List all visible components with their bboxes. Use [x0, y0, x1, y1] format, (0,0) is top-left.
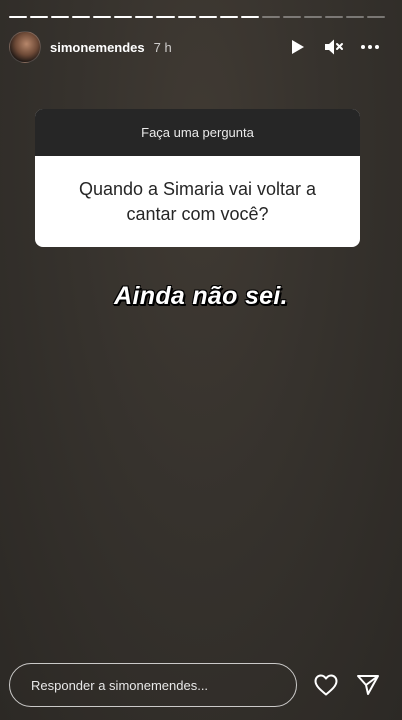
reply-input[interactable] — [9, 663, 297, 707]
progress-segment — [367, 16, 386, 18]
progress-segment — [240, 16, 259, 18]
story-header: simonemendes 7 h — [9, 30, 393, 64]
question-text: Quando a Simaria vai voltar a cantar com… — [78, 178, 317, 224]
question-sticker-title: Faça uma pergunta — [35, 109, 360, 156]
progress-segment — [346, 16, 365, 18]
story-progress-bar — [9, 16, 386, 18]
answer-text: Ainda não sei. — [114, 282, 288, 310]
more-options-icon[interactable] — [359, 36, 381, 58]
progress-segment — [9, 16, 28, 18]
send-icon[interactable] — [353, 670, 383, 700]
story-controls — [287, 36, 393, 58]
progress-segment — [282, 16, 301, 18]
progress-segment — [114, 16, 133, 18]
play-icon[interactable] — [287, 36, 309, 58]
progress-segment — [177, 16, 196, 18]
progress-segment — [93, 16, 112, 18]
progress-segment — [303, 16, 322, 18]
progress-segment — [135, 16, 154, 18]
progress-segment — [219, 16, 238, 18]
progress-segment — [198, 16, 217, 18]
post-time: 7 h — [153, 39, 172, 55]
question-sticker: Faça uma pergunta Quando a Simaria vai v… — [35, 109, 360, 247]
progress-segment — [156, 16, 175, 18]
story-viewer[interactable]: simonemendes 7 h Faça uma pergunta Quand… — [0, 0, 402, 720]
progress-segment — [324, 16, 343, 18]
progress-segment — [51, 16, 70, 18]
username-link[interactable]: simonemendes — [50, 40, 145, 55]
story-footer — [9, 662, 393, 708]
progress-segment — [72, 16, 91, 18]
avatar[interactable] — [9, 31, 41, 63]
progress-segment — [30, 16, 49, 18]
progress-segment — [261, 16, 280, 18]
speaker-muted-icon[interactable] — [323, 36, 345, 58]
heart-icon[interactable] — [311, 670, 341, 700]
